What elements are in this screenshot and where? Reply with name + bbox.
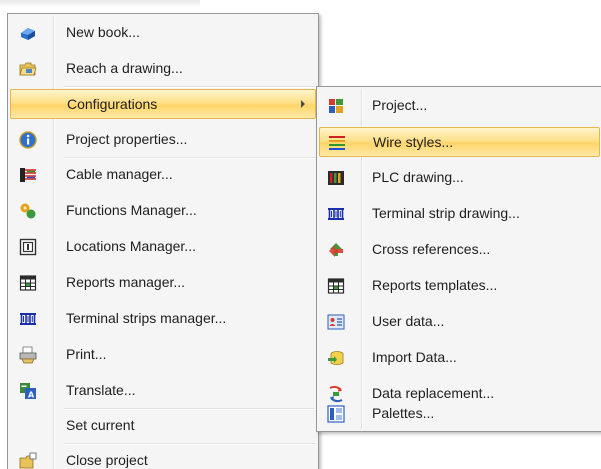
menu-separator — [64, 443, 315, 445]
context-menu: New book... Reach a drawing... Configura… — [7, 13, 319, 469]
submenu-item-import-data[interactable]: Import Data... — [319, 343, 600, 373]
submenu-item-project[interactable]: Project... — [319, 91, 600, 121]
menu-separator — [64, 157, 315, 159]
submenu-item-label: Cross references... — [372, 241, 491, 257]
wire-styles-icon — [329, 136, 345, 150]
svg-text:A: A — [28, 391, 35, 400]
menu-item-print[interactable]: Print... — [10, 340, 316, 370]
submenu-item-label: Wire styles... — [373, 134, 454, 150]
cross-references-icon — [329, 243, 343, 257]
plc-icon — [328, 171, 344, 185]
menu-item-new-book[interactable]: New book... — [10, 18, 316, 48]
menu-item-label: Translate... — [66, 382, 136, 398]
menu-item-label: Configurations — [67, 96, 158, 112]
terminal-strip-icon — [328, 208, 344, 220]
info-icon — [19, 131, 37, 149]
screen: New book... Reach a drawing... Configura… — [0, 0, 601, 469]
menu-item-label: Print... — [66, 346, 107, 362]
menu-item-label: Cable manager... — [66, 166, 173, 182]
configurations-submenu: Project... Wire styles... PLC drawing... — [316, 86, 601, 432]
menu-item-terminal-strips-manager[interactable]: Terminal strips manager... — [10, 304, 316, 334]
menu-item-translate[interactable]: A Translate... — [10, 376, 316, 406]
user-data-icon — [327, 314, 345, 330]
menu-item-cable-manager[interactable]: Cable manager... — [10, 160, 316, 190]
menu-separator — [64, 86, 315, 88]
folder-open-icon — [19, 62, 37, 76]
submenu-item-label: User data... — [372, 313, 445, 329]
translate-icon: A — [20, 383, 36, 400]
menu-item-label: Terminal strips manager... — [66, 310, 227, 326]
menu-item-label: Close project — [66, 452, 148, 468]
palettes-icon — [327, 405, 345, 423]
submenu-item-label: Palettes... — [372, 405, 435, 421]
menu-item-close-project[interactable]: Close project — [10, 446, 316, 469]
menu-item-label: Set current — [66, 417, 135, 433]
project-icon — [329, 99, 343, 113]
submenu-item-plc-drawing[interactable]: PLC drawing... — [319, 163, 600, 193]
submenu-item-wire-styles[interactable]: Wire styles... — [319, 127, 600, 157]
submenu-item-label: Terminal strip drawing... — [372, 205, 520, 221]
print-icon — [19, 346, 37, 364]
submenu-item-palettes[interactable]: Palettes... — [319, 399, 600, 429]
menu-item-label: New book... — [66, 24, 140, 40]
submenu-item-reports-templates[interactable]: Reports templates... — [319, 271, 600, 301]
new-book-icon — [21, 28, 35, 40]
menu-item-label: Locations Manager... — [66, 238, 196, 254]
reports-icon — [19, 275, 37, 291]
import-data-icon — [328, 351, 344, 366]
menu-item-label: Reports manager... — [66, 274, 186, 290]
menu-item-label: Reach a drawing... — [66, 60, 183, 76]
menu-item-configurations[interactable]: Configurations — [10, 89, 316, 119]
submenu-arrow-icon — [301, 100, 305, 108]
reports-icon — [327, 278, 345, 294]
close-project-icon — [19, 452, 37, 469]
locations-icon — [19, 238, 37, 256]
functions-icon — [20, 203, 36, 219]
submenu-item-terminal-strip-drawing[interactable]: Terminal strip drawing... — [319, 199, 600, 229]
menu-item-label: Functions Manager... — [66, 202, 197, 218]
submenu-item-cross-references[interactable]: Cross references... — [319, 235, 600, 265]
submenu-item-user-data[interactable]: User data... — [319, 307, 600, 337]
terminal-strip-icon — [20, 313, 36, 325]
cable-icon — [20, 168, 36, 182]
menu-item-locations-manager[interactable]: Locations Manager... — [10, 232, 316, 262]
menu-item-reach-drawing[interactable]: Reach a drawing... — [10, 54, 316, 84]
submenu-item-label: Reports templates... — [372, 277, 498, 293]
submenu-item-label: PLC drawing... — [372, 169, 464, 185]
menu-item-label: Project properties... — [66, 131, 188, 147]
submenu-item-label: Import Data... — [372, 349, 457, 365]
menu-item-set-current[interactable]: Set current — [10, 411, 316, 441]
menu-item-project-properties[interactable]: Project properties... — [10, 125, 316, 155]
menu-item-reports-manager[interactable]: Reports manager... — [10, 268, 316, 298]
submenu-item-label: Project... — [372, 97, 428, 113]
menu-item-functions-manager[interactable]: Functions Manager... — [10, 196, 316, 226]
background-window-strip — [0, 0, 200, 8]
menu-separator — [64, 408, 315, 410]
